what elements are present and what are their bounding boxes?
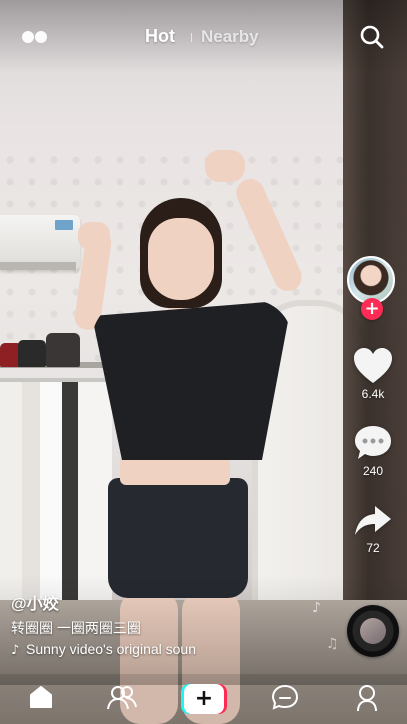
follow-button[interactable]: +	[361, 298, 383, 320]
video-feed-screen: Hot Nearby + 6.4k 240 72 @小姣 转圈圈 一圈两圈三圈 …	[0, 0, 407, 724]
profile-icon	[357, 685, 377, 712]
like-count: 6.4k	[361, 387, 385, 401]
search-icon[interactable]	[359, 24, 385, 50]
heart-icon	[354, 348, 392, 383]
home-icon	[30, 686, 52, 708]
tab-divider	[191, 33, 192, 42]
live-dot	[35, 31, 47, 43]
face	[148, 218, 214, 300]
music-ticker[interactable]: ♪ Sunny video's original soun	[11, 641, 221, 659]
fist-left	[78, 222, 110, 250]
comment-icon	[355, 426, 391, 459]
nav-messages[interactable]	[265, 684, 305, 714]
shirt	[92, 300, 292, 460]
arm-right	[231, 174, 307, 296]
share-button[interactable]: 72	[343, 503, 403, 555]
music-note-icon: ♪	[11, 643, 20, 658]
nav-friends[interactable]	[102, 684, 142, 714]
video-description: 转圈圈 一圈两圈三圈	[11, 620, 141, 636]
top-bar: Hot Nearby	[0, 0, 407, 74]
comment-button[interactable]: 240	[343, 424, 403, 478]
create-button[interactable]: +	[181, 684, 227, 714]
share-count: 72	[366, 541, 380, 555]
live-dots-icon[interactable]	[22, 31, 48, 43]
creator-username[interactable]: @小姣	[11, 590, 59, 614]
fist-right	[205, 150, 245, 182]
friends-icon	[107, 686, 137, 710]
share-arrow-icon	[355, 506, 391, 535]
nav-home[interactable]	[21, 684, 61, 714]
bottom-navigation: +	[0, 674, 407, 724]
comment-count: 240	[362, 464, 384, 478]
live-dot	[22, 31, 34, 43]
message-icon	[271, 684, 299, 710]
music-title: Sunny video's original soun	[26, 641, 197, 657]
like-button[interactable]: 6.4k	[343, 347, 403, 401]
tab-hot[interactable]: Hot	[145, 26, 175, 47]
nav-profile[interactable]	[347, 684, 387, 714]
plus-icon: +	[194, 686, 214, 711]
creator-avatar-group: +	[347, 256, 399, 320]
avatar[interactable]	[347, 256, 395, 304]
tab-nearby[interactable]: Nearby	[201, 27, 259, 47]
